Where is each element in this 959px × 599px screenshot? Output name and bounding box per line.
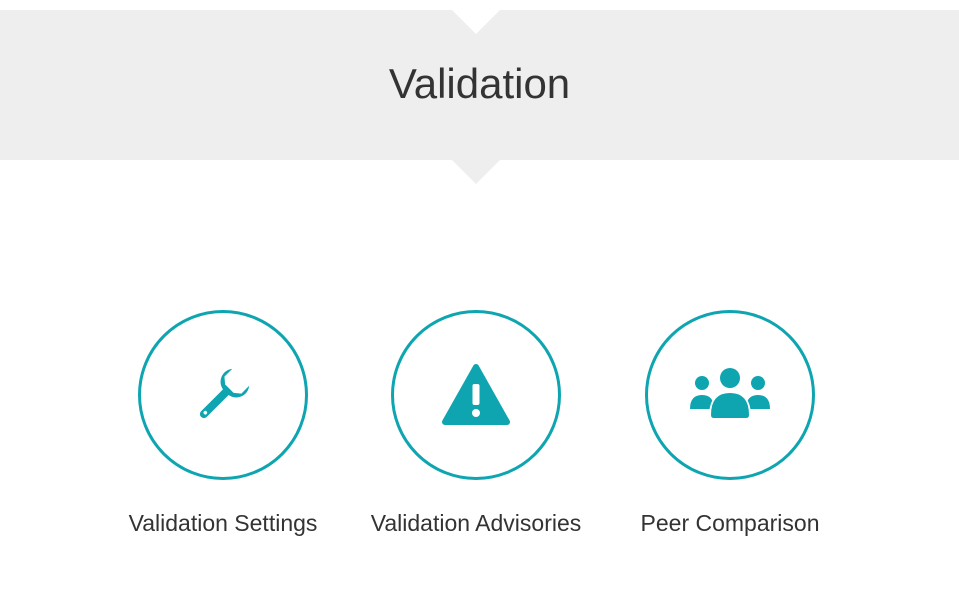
page: Validation Validation Settings Validatio… xyxy=(0,0,959,599)
validation-settings-circle[interactable] xyxy=(138,310,308,480)
peer-comparison-circle[interactable] xyxy=(645,310,815,480)
validation-advisories-tile[interactable]: Validation Advisories xyxy=(351,310,601,550)
banner-pointer xyxy=(452,160,500,184)
validation-advisories-label[interactable]: Validation Advisories xyxy=(351,508,601,538)
validation-settings-label[interactable]: Validation Settings xyxy=(98,508,348,538)
page-title: Validation xyxy=(388,60,571,107)
peer-comparison-tile[interactable]: Peer Comparison xyxy=(605,310,855,550)
warning-icon xyxy=(442,364,510,425)
validation-settings-tile[interactable]: Validation Settings xyxy=(98,310,348,550)
wrench-icon xyxy=(199,368,250,419)
banner-notch-top xyxy=(452,10,500,34)
users-icon xyxy=(690,367,770,418)
peer-comparison-label[interactable]: Peer Comparison xyxy=(605,508,855,538)
validation-advisories-circle[interactable] xyxy=(391,310,561,480)
